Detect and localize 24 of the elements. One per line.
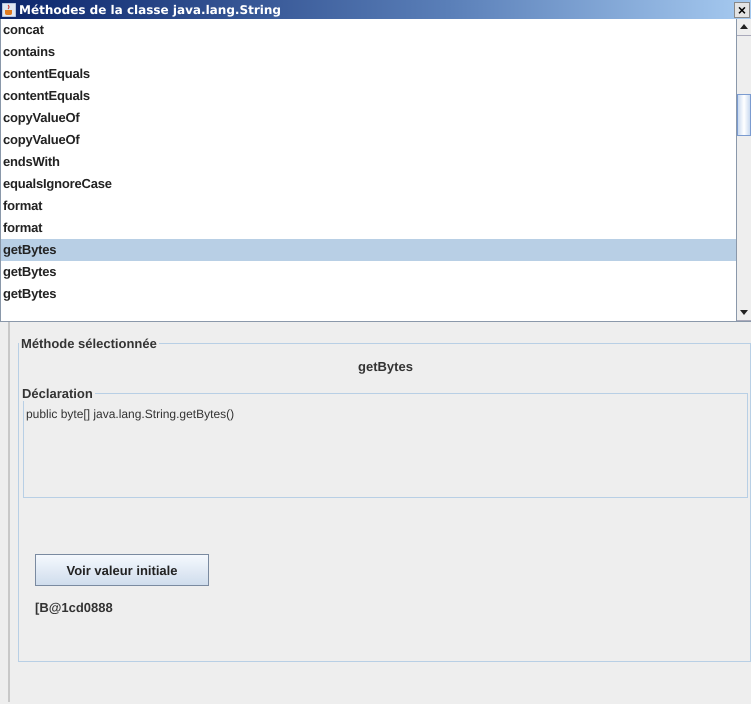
list-item[interactable]: format (1, 195, 736, 217)
scroll-thumb[interactable] (737, 94, 751, 136)
list-item[interactable]: copyValueOf (1, 129, 736, 151)
result-text: [B@1cd0888 (35, 600, 114, 615)
list-item[interactable]: contains (1, 41, 736, 63)
coffee-cup-icon (2, 2, 16, 16)
window-title: Méthodes de la classe java.lang.String (19, 2, 282, 16)
list-item[interactable]: contentEquals (1, 85, 736, 107)
declaration-text: public byte[] java.lang.String.getBytes() (26, 407, 236, 421)
list-item[interactable]: concat (1, 19, 736, 41)
list-item[interactable]: equalsIgnoreCase (1, 173, 736, 195)
list-item[interactable]: getBytes (1, 283, 736, 305)
list-item[interactable]: format (1, 217, 736, 239)
list-item[interactable]: getBytes (1, 261, 736, 283)
close-button[interactable]: × (734, 2, 750, 18)
scrollbar[interactable] (736, 19, 751, 321)
panel-legend: Déclaration (20, 386, 95, 401)
list-item[interactable]: endsWith (1, 151, 736, 173)
list-item[interactable]: copyValueOf (1, 107, 736, 129)
list-item[interactable]: getBytes (1, 239, 736, 261)
show-initial-value-button[interactable]: Voir valeur initiale (35, 554, 209, 586)
method-name: getBytes (357, 359, 414, 374)
list-item[interactable]: contentEquals (1, 63, 736, 85)
panel-legend: Méthode sélectionnée (19, 336, 159, 351)
